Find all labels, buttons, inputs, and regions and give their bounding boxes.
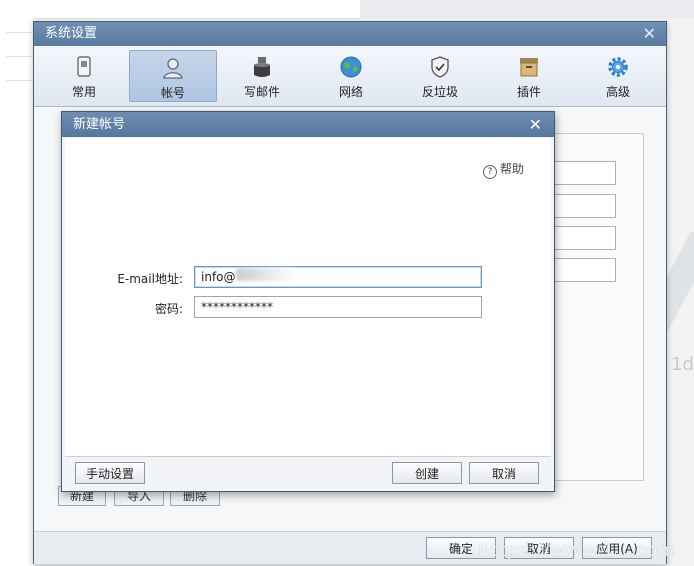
dialog-body: ?帮助 E-mail地址: 密码: [65, 138, 551, 457]
ok-button[interactable]: 确定 [426, 537, 496, 559]
background-line [6, 32, 32, 33]
plugin-icon [520, 58, 538, 77]
redacted-email-domain [236, 268, 296, 281]
help-label: 帮助 [499, 162, 524, 176]
account-field[interactable] [554, 258, 616, 282]
manual-setup-button[interactable]: 手动设置 [75, 462, 145, 484]
antispam-icon [431, 56, 449, 78]
account-field[interactable] [554, 194, 616, 218]
account-icon [163, 58, 183, 79]
account-field[interactable] [554, 226, 616, 250]
tab-general-label: 常用 [71, 85, 96, 99]
settings-footer: 确定 取消 应用(A) [34, 531, 666, 564]
account-field[interactable] [554, 161, 616, 185]
tab-antispam[interactable]: 反垃圾 [396, 50, 484, 102]
dialog-close-icon[interactable]: ✕ [529, 112, 542, 137]
password-label: 密码: [154, 302, 183, 316]
tab-plugin[interactable]: 插件 [485, 50, 573, 102]
tab-antispam-label: 反垃圾 [421, 85, 458, 99]
tab-plugin-label: 插件 [516, 85, 541, 99]
cancel-button[interactable]: 取消 [504, 537, 574, 559]
account-detail-panel [546, 133, 644, 481]
settings-title-bar: 系统设置 ✕ [34, 22, 666, 46]
background-app-edge [0, 0, 34, 566]
tab-compose-label: 写邮件 [243, 85, 280, 99]
tab-compose[interactable]: 写邮件 [218, 50, 306, 102]
tab-network[interactable]: 网络 [307, 50, 395, 102]
settings-close-icon[interactable]: ✕ [643, 22, 656, 46]
compose-icon [254, 57, 270, 77]
new-account-dialog: 新建帐号 ✕ ?帮助 E-mail地址: 密码: 手动设置 创建 取消 [61, 111, 555, 492]
settings-toolbar: 常用 帐号 写邮件 网络 反垃圾 插件 高级 [34, 46, 666, 107]
background-app-strip [360, 0, 694, 18]
dialog-title: 新建帐号 [73, 117, 126, 132]
background-text: 1d [671, 354, 694, 375]
create-button[interactable]: 创建 [392, 462, 462, 484]
tab-general[interactable]: 常用 [40, 50, 128, 102]
password-field[interactable] [194, 296, 482, 318]
background-line [6, 80, 32, 81]
dialog-cancel-button[interactable]: 取消 [469, 462, 539, 484]
apply-button[interactable]: 应用(A) [582, 537, 652, 559]
tab-advanced[interactable]: 高级 [574, 50, 662, 102]
help-link[interactable]: ? 帮助 [482, 160, 524, 179]
tab-advanced-label: 高级 [605, 85, 630, 99]
settings-title: 系统设置 [45, 26, 98, 41]
network-icon [340, 56, 362, 78]
background-line [6, 56, 32, 57]
dialog-title-bar: 新建帐号 ✕ [62, 112, 554, 137]
background-app-strip [34, 0, 360, 19]
advanced-icon [608, 57, 628, 77]
tab-account[interactable]: 帐号 [129, 50, 217, 102]
tab-account-label: 帐号 [160, 86, 185, 100]
general-icon [77, 56, 91, 77]
email-label: E-mail地址: [117, 272, 183, 286]
tab-network-label: 网络 [338, 85, 363, 99]
help-icon: ? [482, 165, 497, 179]
